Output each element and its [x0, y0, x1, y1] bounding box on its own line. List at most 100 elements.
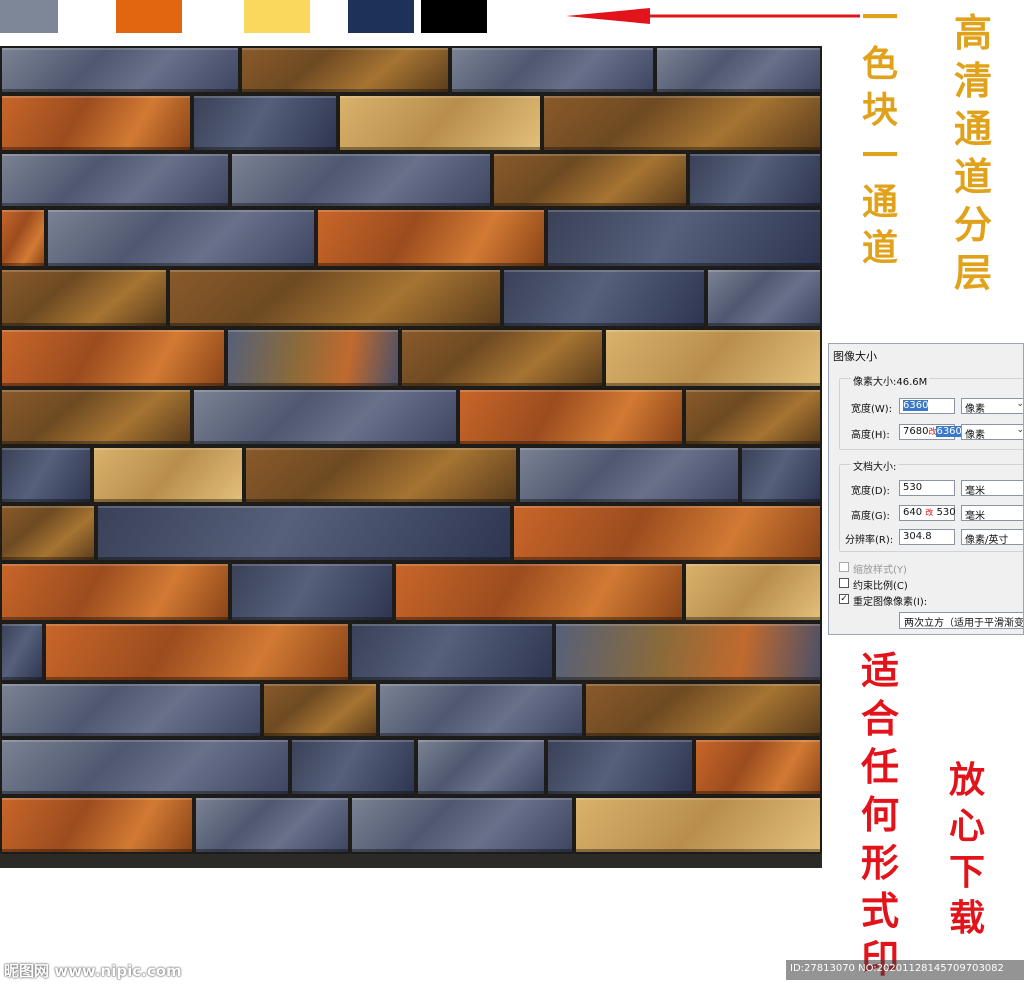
swatch-black [421, 0, 487, 33]
stone-brick [0, 94, 192, 152]
hd-layers-annotation: 高清通道分层 [953, 10, 992, 295]
stone-brick [0, 208, 46, 268]
resample-label: 重定图像像素(I): [853, 597, 928, 608]
stone-brick [226, 328, 400, 388]
stone-brick [394, 562, 684, 622]
stone-brick [502, 268, 706, 328]
doc-height-old-value: 640 [903, 507, 923, 518]
swatch-white-2 [182, 0, 248, 33]
swatch-navy [348, 0, 414, 33]
doc-width-unit-value: 毫米 [965, 486, 985, 497]
stone-brick [416, 738, 546, 796]
stone-brick [192, 94, 338, 152]
chevron-down-icon: ⌄ [1016, 425, 1024, 435]
stone-brick [518, 446, 740, 504]
chevron-down-icon: ⌄ [1016, 399, 1024, 409]
swatch-gray [0, 0, 66, 33]
width-value: 6360 [903, 400, 929, 411]
height-input[interactable]: 7680改6360 [899, 424, 962, 440]
stone-brick [554, 622, 822, 682]
scale-styles-checkbox[interactable] [839, 562, 849, 572]
resolution-label: 分辨率(R): [845, 535, 894, 546]
stone-brick [350, 622, 554, 682]
doc-width-value: 530 [903, 482, 923, 493]
stone-brick [542, 94, 822, 152]
width-unit-select[interactable]: 像素 ⌄ [961, 398, 1024, 415]
doc-height-label: 高度(G): [851, 511, 890, 522]
stone-brick [0, 622, 44, 682]
width-label: 宽度(W): [851, 404, 893, 415]
resolution-value: 304.8 [903, 531, 932, 542]
stone-brick [194, 796, 350, 854]
height-label: 高度(H): [851, 430, 890, 441]
height-value: 6360 [936, 426, 962, 437]
doc-width-unit-select[interactable]: 毫米 [961, 480, 1023, 497]
stone-brick [706, 268, 822, 328]
stone-brick [0, 152, 230, 208]
stone-brick [546, 738, 694, 796]
doc-width-input[interactable]: 530 [899, 480, 955, 496]
dialog-title: 图像大小 [833, 350, 877, 363]
stone-brick [316, 208, 546, 268]
stone-brick [0, 46, 240, 94]
image-id-bar: ID:27813070 NO:20201128145709703082 [786, 960, 1024, 980]
stone-brick [338, 94, 542, 152]
height-unit-select[interactable]: 像素 ⌄ [961, 424, 1024, 441]
resolution-input[interactable]: 304.8 [899, 529, 955, 545]
scale-styles-label: 缩放样式(Y) [853, 565, 907, 576]
stone-brick [0, 738, 290, 796]
pixel-size-label: 像素大小:46.6M [851, 373, 930, 388]
stone-brick [244, 446, 518, 504]
resolution-unit-value: 像素/英寸 [965, 535, 1009, 546]
stone-brick [694, 738, 822, 796]
stone-brick [92, 446, 244, 504]
doc-height-unit-select[interactable]: 毫米 [961, 505, 1023, 522]
watermark-text: 昵图网 www.nipic.com [4, 962, 182, 980]
doc-height-input[interactable]: 640 改 530 [899, 505, 956, 521]
constrain-checkbox[interactable] [839, 578, 849, 588]
stone-brick [584, 682, 822, 738]
swatch-white [58, 0, 124, 33]
stone-brick [688, 152, 822, 208]
stone-brick [604, 328, 822, 388]
resample-checkbox[interactable]: ✓ [839, 594, 849, 604]
stone-brick [684, 562, 822, 622]
doc-height-change-mark: 改 [925, 508, 934, 517]
page: 一色块一通道 高清通道分层 图像大小 像素大小:46.6M 宽度(W): 636… [0, 0, 1024, 989]
stone-brick [0, 268, 168, 328]
stone-brick [96, 504, 512, 562]
stone-brick [740, 446, 822, 504]
any-print-annotation: 适合任何形式印 [860, 648, 899, 981]
resolution-unit-select[interactable]: 像素/英寸 [961, 529, 1023, 546]
arrow-left-icon [566, 8, 860, 24]
stone-brick [0, 682, 262, 738]
stone-brick [400, 328, 604, 388]
stone-brick [290, 738, 416, 796]
width-input[interactable]: 6360 [899, 398, 955, 414]
doc-height-new-value: 530 [936, 507, 956, 518]
stone-brick [0, 796, 194, 854]
stone-brick [512, 504, 822, 562]
swatch-yellow [244, 0, 310, 33]
stone-brick [0, 388, 192, 446]
resample-method-select[interactable]: 两次立方（适用于平滑渐变 [899, 612, 1024, 629]
stone-brick [240, 46, 450, 94]
stone-brick [492, 152, 688, 208]
stone-wall-texture [0, 46, 822, 868]
download-annotation: 放心下载 [948, 759, 985, 939]
stone-brick [378, 682, 584, 738]
stone-brick [46, 208, 316, 268]
stone-brick [230, 562, 394, 622]
stone-brick [0, 328, 226, 388]
height-unit-value: 像素 [965, 430, 985, 441]
stone-brick [546, 208, 822, 268]
resample-method-value: 两次立方（适用于平滑渐变 [904, 618, 1024, 629]
width-unit-value: 像素 [965, 404, 985, 415]
stone-brick [168, 268, 502, 328]
color-channel-annotation: 一色块一通道 [861, 0, 898, 269]
constrain-label: 约束比例(C) [853, 581, 908, 592]
stone-brick [262, 682, 378, 738]
stone-brick [458, 388, 684, 446]
image-size-dialog: 图像大小 像素大小:46.6M 宽度(W): 6360 像素 ⌄ 高度(H): 7… [828, 343, 1024, 635]
stone-brick [230, 152, 492, 208]
